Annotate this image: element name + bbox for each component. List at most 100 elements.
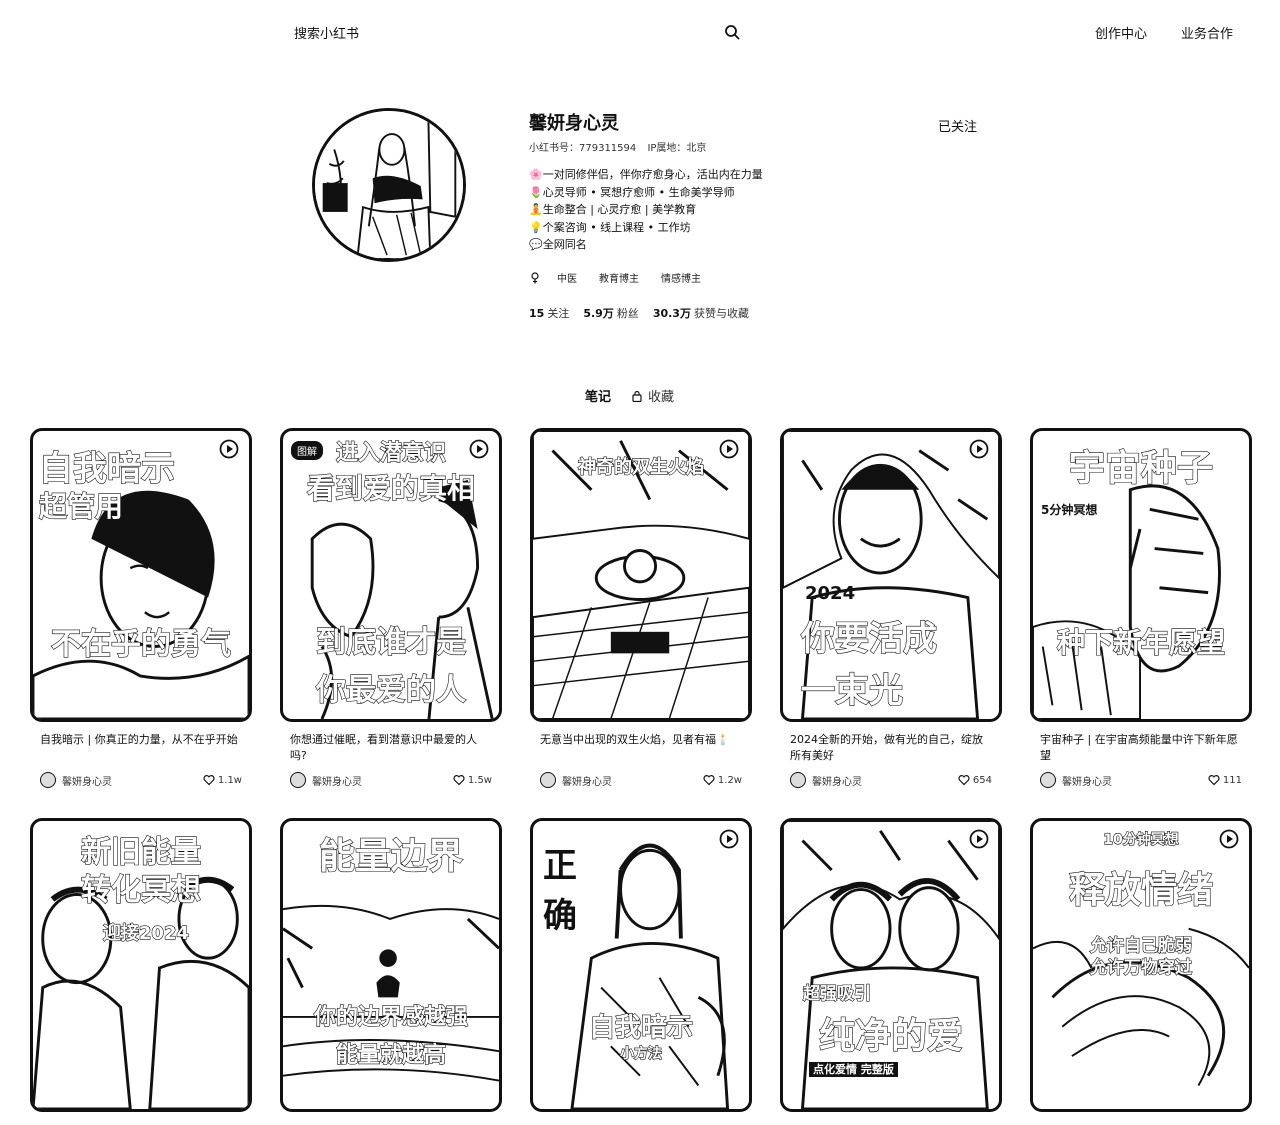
cover-text: 2024 xyxy=(805,583,856,604)
heart-icon[interactable] xyxy=(453,774,465,786)
note-footer: 馨妍身心灵 1.1w xyxy=(30,772,252,788)
author-name[interactable]: 馨妍身心灵 xyxy=(312,773,453,788)
note-card[interactable]: 新旧能量 转化冥想 迎接2024 xyxy=(30,818,252,1112)
note-cover[interactable]: 自我暗示 超管用 不在乎的勇气 xyxy=(30,428,252,722)
note-footer: 馨妍身心灵 1.5w xyxy=(280,772,502,788)
cover-text: 看到爱的真相 xyxy=(306,471,475,505)
lock-icon xyxy=(632,390,642,402)
cover-text: 能量边界 xyxy=(318,835,463,877)
nav-business[interactable]: 业务合作 xyxy=(1181,23,1233,42)
tab-notes[interactable]: 笔记 xyxy=(585,386,611,405)
note-title[interactable]: 自我暗示 | 你真正的力量，从不在乎开始 xyxy=(30,732,252,764)
author-avatar[interactable] xyxy=(1040,772,1056,788)
cover-text: 转化冥想 xyxy=(80,872,201,908)
profile-meta: 小红书号：779311594 IP属地：北京 xyxy=(529,139,706,154)
heart-icon[interactable] xyxy=(703,774,715,786)
cover-subtitle: 点化爱情 完整版 xyxy=(809,1062,898,1077)
bio-line: 🌷心灵导师 • 冥想疗愈师 • 生命美学导师 xyxy=(529,185,735,199)
heart-icon[interactable] xyxy=(203,774,215,786)
cover-text: 小方法 xyxy=(619,1045,662,1062)
author-name[interactable]: 馨妍身心灵 xyxy=(1062,773,1208,788)
follow-button[interactable]: 已关注 xyxy=(938,116,977,135)
note-card[interactable]: 10分钟冥想 释放情绪 允许自己脆弱 允许万物穿过 xyxy=(1030,818,1252,1112)
cover-text: 纯净的爱 xyxy=(818,1015,963,1057)
note-title[interactable]: 你想通过催眠，看到潜意识中最爱的人吗? xyxy=(280,732,502,764)
author-avatar[interactable] xyxy=(290,772,306,788)
heart-icon[interactable] xyxy=(1208,774,1220,786)
author-name[interactable]: 馨妍身心灵 xyxy=(62,773,203,788)
note-cover[interactable]: 能量边界 你的边界感越强 能量就越高 xyxy=(280,818,502,1112)
video-icon xyxy=(719,829,739,849)
cover-text: 超强吸引 xyxy=(802,983,871,1004)
like-count: 654 xyxy=(972,774,992,786)
cover-text: 点化爱情 完整版 xyxy=(783,1061,999,1077)
note-title[interactable]: 无意当中出现的双生火焰，见者有福🕯️ xyxy=(530,732,752,764)
author-name[interactable]: 馨妍身心灵 xyxy=(562,773,703,788)
stat-followers[interactable]: 5.9万 粉丝 xyxy=(583,305,639,321)
stat-likes[interactable]: 30.3万 获赞与收藏 xyxy=(653,305,749,321)
cover-text: 不在乎的勇气 xyxy=(50,626,231,662)
tag-item[interactable]: 教育博主 xyxy=(593,270,645,285)
stat-num: 30.3万 xyxy=(652,307,691,320)
cover-text: 能量就越高 xyxy=(335,1042,446,1068)
like-count: 1.2w xyxy=(717,774,742,786)
nav-creator-center[interactable]: 创作中心 xyxy=(1095,23,1147,42)
author-avatar[interactable] xyxy=(790,772,806,788)
bio-line: 🌸一对同修伴侣，伴你疗愈身心，活出内在力量 xyxy=(529,168,763,181)
author-avatar[interactable] xyxy=(40,772,56,788)
note-card[interactable]: 图解 进入潜意识 看到爱的真相 到底谁才是 你最爱的人 你想通过催眠，看到潜意识… xyxy=(280,428,502,788)
search-icon[interactable] xyxy=(724,24,740,40)
cover-text: 一束光 xyxy=(800,670,903,711)
heart-icon[interactable] xyxy=(958,774,970,786)
profile-bio: 🌸一对同修伴侣，伴你疗愈身心，活出内在力量 🌷心灵导师 • 冥想疗愈师 • 生命… xyxy=(529,166,763,254)
stat-num: 15 xyxy=(529,307,545,320)
stat-label: 粉丝 xyxy=(616,307,639,320)
like-count: 111 xyxy=(1222,774,1242,786)
tag-item[interactable]: 情感博主 xyxy=(655,270,707,285)
note-card[interactable]: 2024 你要活成 一束光 2024全新的开始，做有光的自己，绽放所有美好 馨妍… xyxy=(780,428,1002,788)
cover-text: 种下新年愿望 xyxy=(1056,625,1225,659)
note-cover[interactable]: 新旧能量 转化冥想 迎接2024 xyxy=(30,818,252,1112)
note-cover[interactable]: 正确 自我暗示 小方法 xyxy=(530,818,752,1112)
profile-tabs: 笔记 收藏 xyxy=(585,386,674,405)
top-bar: 搜索小红书 创作中心 业务合作 xyxy=(0,0,1280,64)
search-bar[interactable]: 搜索小红书 xyxy=(278,16,754,48)
search-input[interactable]: 搜索小红书 xyxy=(294,23,359,42)
video-icon xyxy=(969,439,989,459)
note-cover[interactable]: 图解 进入潜意识 看到爱的真相 到底谁才是 你最爱的人 xyxy=(280,428,502,722)
note-cover[interactable]: 宇宙种子 5分钟冥想 种下新年愿望 xyxy=(1030,428,1252,722)
cover-text: 自我暗示 xyxy=(588,1012,693,1043)
note-card[interactable]: 正确 自我暗示 小方法 xyxy=(530,818,752,1112)
cover-text: 自我暗示 xyxy=(38,448,175,489)
stat-following[interactable]: 15 关注 xyxy=(529,305,569,321)
like-count: 1.1w xyxy=(217,774,242,786)
stat-label: 获赞与收藏 xyxy=(693,307,749,320)
cover-text: 你要活成 xyxy=(800,618,937,659)
note-cover[interactable]: 10分钟冥想 释放情绪 允许自己脆弱 允许万物穿过 xyxy=(1030,818,1252,1112)
tab-collect[interactable]: 收藏 xyxy=(631,386,674,405)
author-avatar[interactable] xyxy=(540,772,556,788)
author-name[interactable]: 馨妍身心灵 xyxy=(812,773,958,788)
profile-avatar xyxy=(312,108,466,262)
note-cover[interactable]: 神奇的双生火焰 xyxy=(530,428,752,722)
note-card[interactable]: 超强吸引 纯净的爱 点化爱情 完整版 xyxy=(780,818,1002,1112)
profile-id: 小红书号：779311594 xyxy=(529,143,637,154)
like-count: 1.5w xyxy=(467,774,492,786)
note-title[interactable]: 2024全新的开始，做有光的自己，绽放所有美好 xyxy=(780,732,1002,764)
note-title[interactable]: 宇宙种子 | 在宇宙高频能量中许下新年愿望 xyxy=(1030,732,1252,764)
cover-text: 允许万物穿过 xyxy=(1089,957,1192,978)
note-card[interactable]: 宇宙种子 5分钟冥想 种下新年愿望 宇宙种子 | 在宇宙高频能量中许下新年愿望 … xyxy=(1030,428,1252,788)
video-icon xyxy=(969,829,989,849)
cover-text: 释放情绪 xyxy=(1068,869,1213,911)
note-cover[interactable]: 2024 你要活成 一束光 xyxy=(780,428,1002,722)
note-cover[interactable]: 超强吸引 纯净的爱 点化爱情 完整版 xyxy=(780,818,1002,1112)
cover-text: 10分钟冥想 xyxy=(1103,831,1180,848)
cover-text: 宇宙种子 xyxy=(1068,447,1213,489)
note-card[interactable]: 能量边界 你的边界感越强 能量就越高 xyxy=(280,818,502,1112)
note-card[interactable]: 神奇的双生火焰 无意当中出现的双生火焰，见者有福🕯️ 馨妍身心灵 1.2w xyxy=(530,428,752,788)
profile-name: 馨妍身心灵 xyxy=(529,113,619,134)
note-footer: 馨妍身心灵 1.2w xyxy=(530,772,752,788)
cover-text: 神奇的双生火焰 xyxy=(577,456,704,478)
tag-item[interactable]: 中医 xyxy=(551,270,583,285)
note-card[interactable]: 自我暗示 超管用 不在乎的勇气 自我暗示 | 你真正的力量，从不在乎开始 馨妍身… xyxy=(30,428,252,788)
